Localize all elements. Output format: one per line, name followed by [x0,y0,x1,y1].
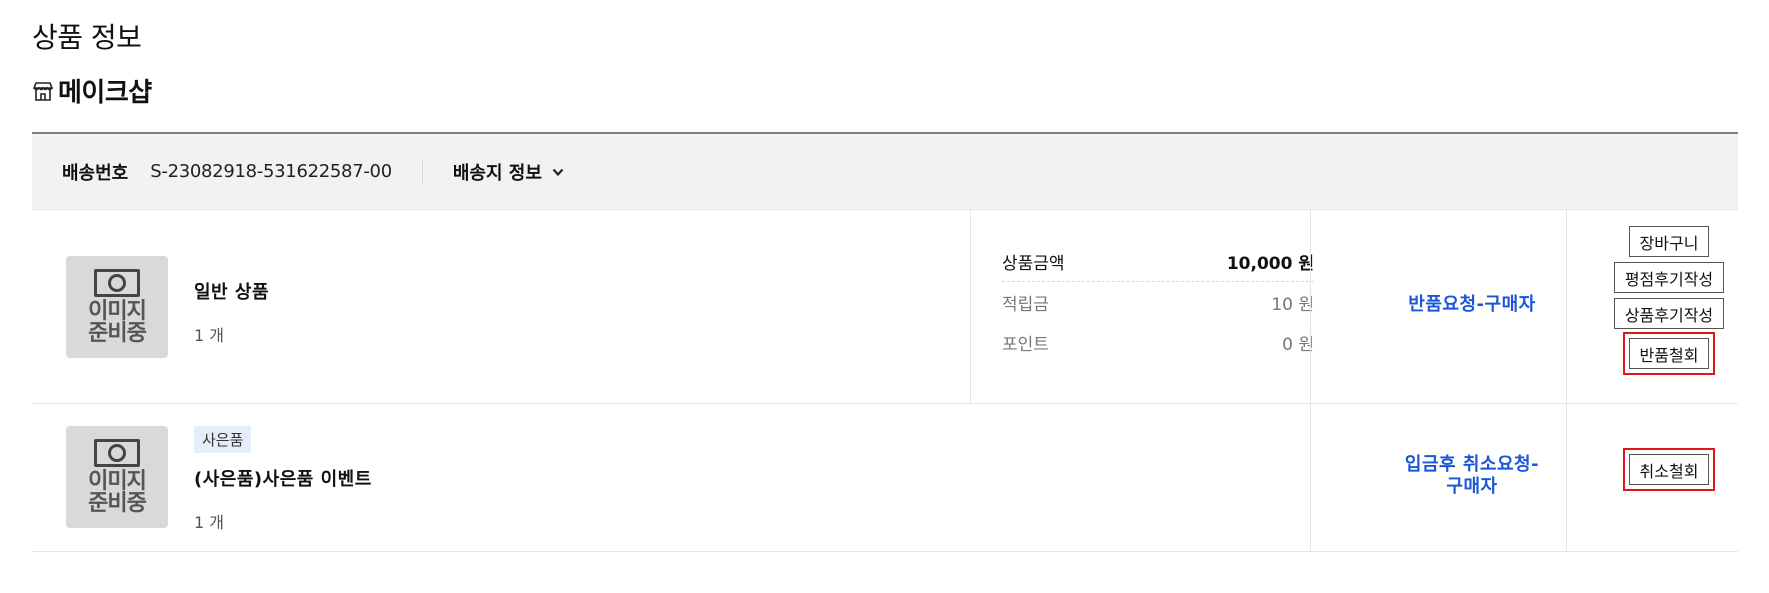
product-thumbnail[interactable]: 이미지 준비중 [66,256,168,358]
gift-badge: 사은품 [194,426,252,453]
page-title: 상품 정보 [32,21,142,54]
order-status: 반품요청-구매자 [1408,294,1536,315]
product-name[interactable]: (사은품)사은품 이벤트 [194,465,372,491]
product-info: 일반 상품 1 개 [194,278,269,346]
thumbnail-placeholder-text: 이미지 준비중 [88,299,147,346]
withdraw-cancel-button[interactable]: 취소철회 [1622,448,1716,491]
order-item-row: 이미지 준비중 일반 상품 1 개 상품금액 10,000 원 적립금 10 원… [32,210,1738,404]
shipping-info-label: 배송지 정보 [452,162,542,184]
shop-header: 메이크샵 [32,72,152,109]
divider [1310,210,1311,403]
price-amount-value: 10,000 원 [1226,254,1314,274]
thumbnail-placeholder-text: 이미지 준비중 [88,469,147,516]
write-rating-review-button[interactable]: 평점후기작성 [1613,262,1725,293]
shipping-number-label: 배송번호 [62,162,129,184]
camera-icon [94,269,140,297]
cart-button[interactable]: 장바구니 [1628,226,1710,257]
reward-row: 적립금 10 원 [1002,282,1314,322]
product-name[interactable]: 일반 상품 [194,278,269,304]
reward-value: 10 원 [1271,294,1314,315]
point-label: 포인트 [1002,334,1049,355]
camera-icon [94,439,140,467]
chevron-down-icon [552,161,564,182]
divider [1310,404,1311,551]
shipping-info-toggle[interactable]: 배송지 정보 [453,159,564,185]
product-thumbnail[interactable]: 이미지 준비중 [66,426,168,528]
shop-name: 메이크샵 [58,78,152,108]
order-status: 입금후 취소요청- 구매자 [1404,454,1540,497]
reward-label: 적립금 [1002,294,1049,315]
item-actions: 취소철회 [1600,448,1738,491]
product-info: 사은품 (사은품)사은품 이벤트 1 개 [194,426,372,533]
point-row: 포인트 0 원 [1002,322,1314,362]
withdraw-return-button[interactable]: 반품철회 [1622,332,1716,375]
divider [421,158,423,185]
write-product-review-button[interactable]: 상품후기작성 [1613,298,1725,329]
store-icon [32,80,54,102]
product-quantity: 1 개 [194,326,224,345]
divider [1566,210,1567,403]
divider [970,210,971,403]
order-item-row: 이미지 준비중 사은품 (사은품)사은품 이벤트 1 개 입금후 취소요청- 구… [32,404,1738,552]
shipping-number: S-23082918-531622587-00 [150,161,392,182]
order-table: 배송번호 S-23082918-531622587-00 배송지 정보 이미지 … [32,132,1738,552]
price-amount-label: 상품금액 [1002,254,1065,274]
price-summary: 상품금액 10,000 원 적립금 10 원 포인트 0 원 [1002,242,1314,362]
divider [1566,404,1567,551]
product-quantity: 1 개 [194,513,224,532]
shipping-bar: 배송번호 S-23082918-531622587-00 배송지 정보 [32,134,1738,210]
price-amount-row: 상품금액 10,000 원 [1002,242,1314,282]
item-actions: 장바구니 평점후기작성 상품후기작성 반품철회 [1600,226,1738,375]
